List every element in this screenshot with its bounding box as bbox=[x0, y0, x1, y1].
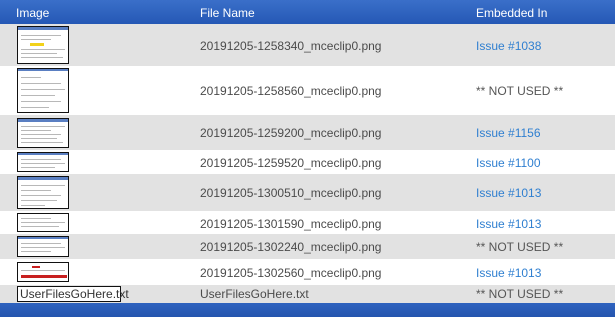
file-name: 20191205-1300510_mceclip0.png bbox=[200, 186, 382, 200]
embedded-in-link[interactable]: Issue #1013 bbox=[476, 217, 541, 231]
table-footer bbox=[0, 303, 615, 317]
file-name: UserFilesGoHere.txt bbox=[200, 287, 309, 301]
table-row: 20191205-1302560_mceclip0.png Issue #101… bbox=[0, 259, 615, 285]
column-header-file-name[interactable]: File Name bbox=[200, 6, 255, 20]
text-file-thumbnail[interactable]: UserFilesGoHere.txt bbox=[17, 286, 129, 302]
attachments-table: Image File Name Embedded In 20191205-125… bbox=[0, 0, 615, 304]
embedded-in-link[interactable]: Issue #1013 bbox=[476, 266, 541, 280]
image-thumbnail[interactable] bbox=[17, 68, 69, 113]
table-row: 20191205-1301590_mceclip0.png Issue #101… bbox=[0, 211, 615, 234]
embedded-in-status: ** NOT USED ** bbox=[476, 287, 564, 301]
image-thumbnail[interactable] bbox=[17, 176, 69, 209]
file-name: 20191205-1301590_mceclip0.png bbox=[200, 217, 382, 231]
file-name: 20191205-1302240_mceclip0.png bbox=[200, 240, 382, 254]
table-row: 20191205-1302240_mceclip0.png ** NOT USE… bbox=[0, 234, 615, 259]
embedded-in-link[interactable]: Issue #1038 bbox=[476, 39, 541, 53]
embedded-in-link[interactable]: Issue #1013 bbox=[476, 186, 541, 200]
column-header-embedded-in[interactable]: Embedded In bbox=[476, 6, 547, 20]
table-row: 20191205-1300510_mceclip0.png Issue #101… bbox=[0, 174, 615, 211]
image-thumbnail[interactable] bbox=[17, 118, 69, 148]
file-name: 20191205-1302560_mceclip0.png bbox=[200, 266, 382, 280]
column-header-image[interactable]: Image bbox=[16, 6, 49, 20]
image-thumbnail[interactable] bbox=[17, 262, 69, 282]
file-name: 20191205-1259200_mceclip0.png bbox=[200, 126, 382, 140]
table-row: 20191205-1258560_mceclip0.png ** NOT USE… bbox=[0, 66, 615, 115]
image-thumbnail[interactable] bbox=[17, 213, 69, 232]
embedded-in-status: ** NOT USED ** bbox=[476, 240, 564, 254]
file-name: 20191205-1258560_mceclip0.png bbox=[200, 84, 382, 98]
file-name: 20191205-1259520_mceclip0.png bbox=[200, 156, 382, 170]
image-thumbnail[interactable] bbox=[17, 236, 69, 257]
table-row: 20191205-1259200_mceclip0.png Issue #115… bbox=[0, 115, 615, 150]
file-name: 20191205-1258340_mceclip0.png bbox=[200, 39, 382, 53]
table-row: UserFilesGoHere.txt UserFilesGoHere.txt … bbox=[0, 285, 615, 304]
image-thumbnail[interactable] bbox=[17, 26, 69, 64]
embedded-in-link[interactable]: Issue #1156 bbox=[476, 126, 541, 140]
table-row: 20191205-1258340_mceclip0.png Issue #103… bbox=[0, 24, 615, 66]
table-header: Image File Name Embedded In bbox=[0, 0, 615, 24]
table-row: 20191205-1259520_mceclip0.png Issue #110… bbox=[0, 150, 615, 174]
image-thumbnail[interactable] bbox=[17, 152, 69, 172]
embedded-in-status: ** NOT USED ** bbox=[476, 84, 564, 98]
embedded-in-link[interactable]: Issue #1100 bbox=[476, 156, 541, 170]
